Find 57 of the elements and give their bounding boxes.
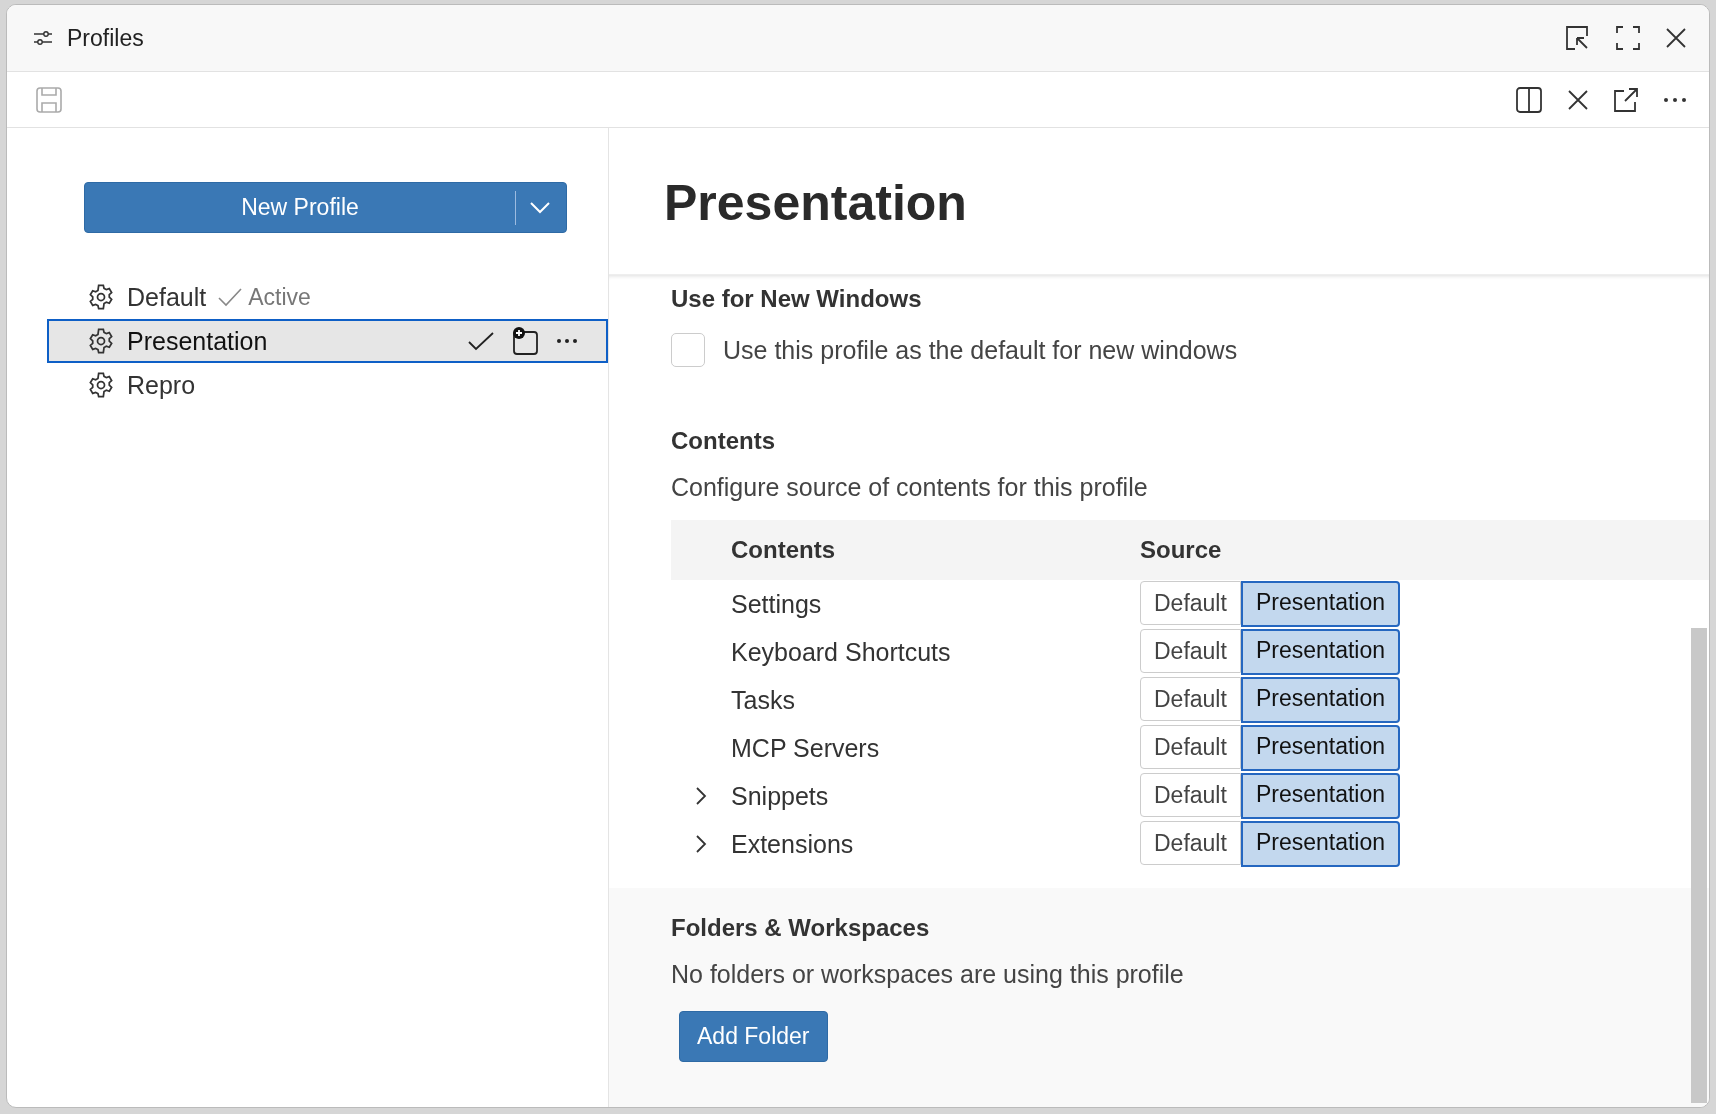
active-label: Active: [248, 283, 311, 311]
source-option[interactable]: Presentation: [1240, 773, 1400, 819]
section-description: No folders or workspaces are using this profile: [671, 960, 1185, 989]
checkbox[interactable]: [671, 333, 705, 367]
new-profile-button[interactable]: New Profile: [84, 182, 567, 233]
source-option[interactable]: Default: [1140, 677, 1241, 721]
chevron-down-icon[interactable]: [530, 201, 550, 214]
section-heading: Use for New Windows: [671, 285, 923, 313]
more-icon[interactable]: [556, 338, 578, 344]
gear-icon: [87, 283, 115, 311]
check-icon[interactable]: [468, 331, 494, 351]
source-option[interactable]: Presentation: [1240, 821, 1400, 867]
column-header: Source: [1140, 536, 1222, 564]
scrollbar[interactable]: [1691, 628, 1707, 1103]
gear-icon: [87, 371, 115, 399]
source-option[interactable]: Default: [1140, 773, 1241, 817]
restore-icon[interactable]: [1563, 24, 1591, 52]
profile-item[interactable]: Repro: [47, 363, 608, 407]
window-title: Profiles: [67, 24, 144, 52]
source-option[interactable]: Default: [1140, 629, 1241, 673]
new-window-icon[interactable]: [510, 326, 540, 356]
source-option[interactable]: Presentation: [1240, 581, 1400, 627]
sliders-icon: [33, 30, 53, 46]
more-icon[interactable]: [1663, 96, 1687, 103]
profile-name: Presentation: [127, 326, 268, 356]
add-folder-button[interactable]: Add Folder: [679, 1011, 828, 1062]
profile-item[interactable]: Presentation: [47, 319, 608, 363]
split-editor-icon[interactable]: [1515, 85, 1543, 114]
section-description: Configure source of contents for this profile: [671, 473, 1149, 502]
column-header: Contents: [731, 536, 836, 564]
close-icon[interactable]: [1665, 27, 1687, 49]
source-option[interactable]: Default: [1140, 821, 1241, 865]
fullscreen-icon[interactable]: [1615, 25, 1641, 51]
content-name: MCP Servers: [731, 733, 881, 763]
close-icon[interactable]: [1567, 88, 1589, 111]
profile-name: Default: [127, 282, 207, 312]
profile-title: Presentation: [664, 176, 968, 233]
gear-icon: [87, 327, 115, 355]
source-option[interactable]: Presentation: [1240, 629, 1400, 675]
content-name: Snippets: [731, 781, 830, 811]
source-option[interactable]: Presentation: [1240, 677, 1400, 723]
source-option[interactable]: Presentation: [1240, 725, 1400, 771]
profile-item[interactable]: Default Active: [47, 275, 608, 319]
content-name: Settings: [731, 589, 823, 619]
checkbox-label: Use this profile as the default for new windows: [723, 335, 1238, 365]
chevron-right-icon[interactable]: [695, 834, 707, 854]
chevron-right-icon[interactable]: [695, 786, 707, 806]
content-name: Keyboard Shortcuts: [731, 637, 952, 667]
content-name: Tasks: [731, 685, 796, 715]
open-external-icon[interactable]: [1613, 86, 1639, 113]
profile-name: Repro: [127, 370, 196, 400]
section-heading: Contents: [671, 427, 776, 455]
source-option[interactable]: Default: [1140, 725, 1241, 769]
content-name: Extensions: [731, 829, 855, 859]
source-option[interactable]: Default: [1140, 581, 1241, 625]
check-icon: [218, 287, 243, 307]
section-heading: Folders & Workspaces: [671, 914, 931, 942]
